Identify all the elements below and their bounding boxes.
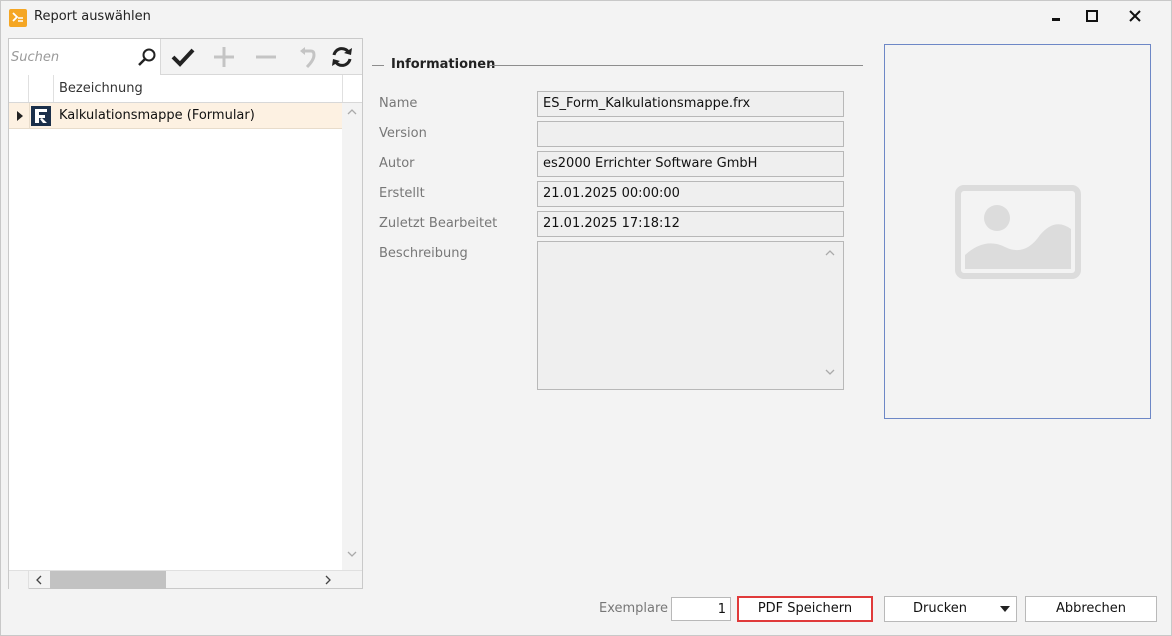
author-field[interactable]: es2000 Errichter Software GmbH <box>537 151 844 177</box>
vertical-scrollbar[interactable] <box>342 103 362 570</box>
chevron-down-icon[interactable] <box>825 369 835 376</box>
header-scroll-spacer <box>342 75 362 102</box>
group-line-right <box>489 65 863 66</box>
minimize-button[interactable] <box>1041 5 1071 27</box>
row-divider <box>29 103 30 129</box>
app-report-icon <box>9 9 27 27</box>
remove-button[interactable] <box>252 44 280 70</box>
list-item-label: Kalkulationsmappe (Formular) <box>59 108 255 123</box>
row-indicator-icon <box>17 111 23 121</box>
checkmark-icon <box>171 48 195 67</box>
maximize-icon <box>1086 10 1098 22</box>
report-preview <box>884 44 1151 419</box>
created-field[interactable]: 21.01.2025 00:00:00 <box>537 181 844 207</box>
cancel-button[interactable]: Abbrechen <box>1025 596 1157 622</box>
fastreport-icon <box>31 106 51 126</box>
search-icon[interactable] <box>137 47 157 67</box>
chevron-right-icon[interactable] <box>325 575 332 585</box>
group-line-left <box>372 65 384 66</box>
copies-label: Exemplare <box>599 601 669 616</box>
chevron-left-icon[interactable] <box>35 575 42 585</box>
description-label: Beschreibung <box>379 246 468 261</box>
search-box <box>9 39 161 75</box>
pdf-save-button[interactable]: PDF Speichern <box>737 596 873 622</box>
author-label: Autor <box>379 156 415 171</box>
modified-label: Zuletzt Bearbeitet <box>379 216 498 231</box>
modified-field[interactable]: 21.01.2025 17:18:12 <box>537 211 844 237</box>
refresh-button[interactable] <box>328 44 356 70</box>
chevron-up-icon[interactable] <box>347 108 357 115</box>
version-field[interactable] <box>537 121 844 147</box>
refresh-icon <box>332 47 352 67</box>
plus-icon <box>214 47 234 67</box>
report-dialog: Report auswählen Suchen Bezeichnung Kalk… <box>0 0 1172 636</box>
copies-input[interactable] <box>671 597 731 621</box>
image-placeholder-icon <box>955 185 1081 279</box>
chevron-down-icon[interactable] <box>347 551 357 558</box>
chevron-up-icon[interactable] <box>825 249 835 256</box>
minus-icon <box>256 55 276 59</box>
horizontal-scroll-thumb[interactable] <box>50 571 166 589</box>
apply-button[interactable] <box>169 44 197 70</box>
list-item[interactable]: Kalkulationsmappe (Formular) <box>9 103 342 129</box>
header-indicator-cell <box>9 75 29 102</box>
created-label: Erstellt <box>379 186 425 201</box>
version-label: Version <box>379 126 427 141</box>
info-group-title: Informationen <box>391 57 496 72</box>
name-field[interactable]: ES_Form_Kalkulationsmappe.frx <box>537 91 844 117</box>
maximize-button[interactable] <box>1077 5 1107 27</box>
horizontal-scrollbar[interactable] <box>9 570 362 589</box>
undo-button[interactable] <box>293 44 321 70</box>
description-field[interactable] <box>537 241 844 390</box>
close-button[interactable] <box>1120 5 1150 27</box>
name-label: Name <box>379 96 418 111</box>
title-bar: Report auswählen <box>1 1 1171 33</box>
column-header-bezeichnung[interactable]: Bezeichnung <box>59 81 143 96</box>
print-button[interactable]: Drucken <box>884 596 1017 622</box>
window-title: Report auswählen <box>34 9 151 24</box>
grid-header: Bezeichnung <box>9 75 362 103</box>
search-input[interactable] <box>11 48 136 66</box>
undo-icon <box>300 47 316 69</box>
print-button-label: Drucken <box>912 601 968 616</box>
report-list-panel: Bezeichnung Kalkulationsmappe (Formular) <box>8 38 363 589</box>
dropdown-arrow-icon[interactable] <box>1000 606 1010 612</box>
header-icon-cell <box>29 75 54 102</box>
close-icon <box>1129 10 1141 22</box>
add-button[interactable] <box>210 44 238 70</box>
minimize-icon <box>1052 18 1060 21</box>
scroll-corner <box>9 571 29 589</box>
list-toolbar <box>9 39 362 75</box>
